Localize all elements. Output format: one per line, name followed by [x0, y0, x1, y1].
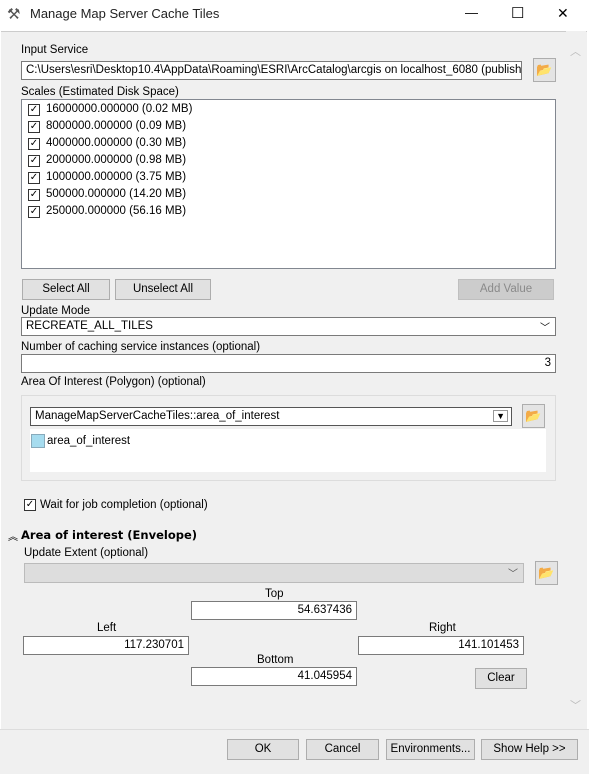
right-label: Right — [429, 622, 456, 634]
bottom-field[interactable]: 41.045954 — [191, 667, 357, 686]
item-label: 8000000.000000 (0.09 MB) — [46, 120, 187, 132]
update-mode-select[interactable]: RECREATE_ALL_TILES ﹀ — [21, 317, 556, 336]
dialog-footer: OK Cancel Environments... Show Help >> — [0, 729, 589, 774]
ok-button[interactable]: OK — [227, 739, 299, 760]
hammer-icon: ⚒ — [7, 6, 21, 23]
chevron-down-icon: ﹀ — [540, 323, 550, 334]
browse-extent-button[interactable]: 📂 — [535, 561, 558, 585]
vertical-scrollbar[interactable]: ︿ ﹀ — [566, 31, 586, 729]
item-label: 500000.000000 (14.20 MB) — [46, 188, 187, 200]
update-extent-label: Update Extent (optional) — [24, 547, 149, 559]
aoi-polygon-combo[interactable]: ManageMapServerCacheTiles::area_of_inter… — [30, 407, 512, 426]
add-value-button[interactable]: Add Value — [458, 279, 554, 300]
checkbox[interactable]: ✓ — [28, 172, 40, 184]
wait-label: Wait for job completion (optional) — [40, 499, 208, 511]
cancel-button[interactable]: Cancel — [306, 739, 379, 760]
checkbox[interactable]: ✓ — [28, 189, 40, 201]
envelope-section-header[interactable]: Area of interest (Envelope) — [21, 528, 197, 542]
folder-open-icon: 📂 — [538, 565, 555, 580]
item-label: 16000000.000000 (0.02 MB) — [46, 103, 193, 115]
update-extent-select[interactable]: ﹀ — [24, 563, 524, 583]
aoi-feature-list: area_of_interest — [30, 429, 546, 472]
instances-label: Number of caching service instances (opt… — [21, 341, 261, 353]
item-label: 4000000.000000 (0.30 MB) — [46, 137, 187, 149]
checkbox[interactable]: ✓ — [28, 121, 40, 133]
top-label: Top — [265, 588, 284, 600]
instances-field[interactable]: 3 — [21, 354, 556, 373]
dropdown-arrow-icon[interactable]: ▼ — [493, 410, 508, 422]
unselect-all-button[interactable]: Unselect All — [115, 279, 211, 300]
item-label: 1000000.000000 (3.75 MB) — [46, 171, 187, 183]
browse-aoi-button[interactable]: 📂 — [522, 404, 545, 428]
checkbox[interactable]: ✓ — [28, 104, 40, 116]
chevron-down-icon: ﹀ — [508, 569, 518, 580]
title-bar: ⚒ Manage Map Server Cache Tiles — ☐ ✕ — [0, 0, 589, 30]
maximize-button[interactable]: ☐ — [511, 4, 524, 22]
update-mode-label: Update Mode — [21, 305, 91, 317]
collapse-chevron-icon[interactable]: ︽ — [8, 528, 18, 543]
input-service-label: Input Service — [21, 44, 89, 56]
checkbox[interactable]: ✓ — [28, 138, 40, 150]
item-label: 250000.000000 (56.16 MB) — [46, 205, 187, 217]
scales-list[interactable]: ✓ 16000000.000000 (0.02 MB) ✓ 8000000.0000… — [21, 99, 556, 269]
close-button[interactable]: ✕ — [557, 5, 569, 22]
aoi-polygon-label: Area Of Interest (Polygon) (optional) — [21, 376, 206, 388]
checkbox[interactable]: ✓ — [28, 155, 40, 167]
wait-checkbox[interactable]: ✓ — [24, 499, 36, 511]
right-field[interactable]: 141.101453 — [358, 636, 524, 655]
scroll-up-icon[interactable]: ︿ — [570, 43, 581, 59]
browse-input-service-button[interactable]: 📂 — [533, 58, 556, 82]
layer-swatch — [31, 434, 45, 448]
input-service-field[interactable]: C:\Users\esri\Desktop10.4\AppData\Roamin… — [21, 61, 522, 80]
bottom-label: Bottom — [257, 654, 294, 666]
aoi-combo-value: ManageMapServerCacheTiles::area_of_inter… — [35, 410, 280, 422]
environments-button[interactable]: Environments... — [386, 739, 475, 760]
aoi-layer-name[interactable]: area_of_interest — [47, 435, 130, 447]
left-label: Left — [97, 622, 117, 634]
scroll-down-icon[interactable]: ﹀ — [570, 697, 581, 713]
top-field[interactable]: 54.637436 — [191, 601, 357, 620]
minimize-button[interactable]: — — [465, 5, 478, 20]
item-label: 2000000.000000 (0.98 MB) — [46, 154, 187, 166]
scales-label: Scales (Estimated Disk Space) — [21, 86, 179, 98]
update-mode-value: RECREATE_ALL_TILES — [26, 320, 153, 332]
select-all-button[interactable]: Select All — [22, 279, 110, 300]
left-field[interactable]: 117.230701 — [23, 636, 189, 655]
folder-open-icon: 📂 — [525, 408, 542, 423]
window-title: Manage Map Server Cache Tiles — [30, 6, 220, 21]
show-help-button[interactable]: Show Help >> — [481, 739, 578, 760]
checkbox[interactable]: ✓ — [28, 206, 40, 218]
folder-open-icon: 📂 — [536, 62, 553, 77]
clear-button[interactable]: Clear — [475, 668, 527, 689]
